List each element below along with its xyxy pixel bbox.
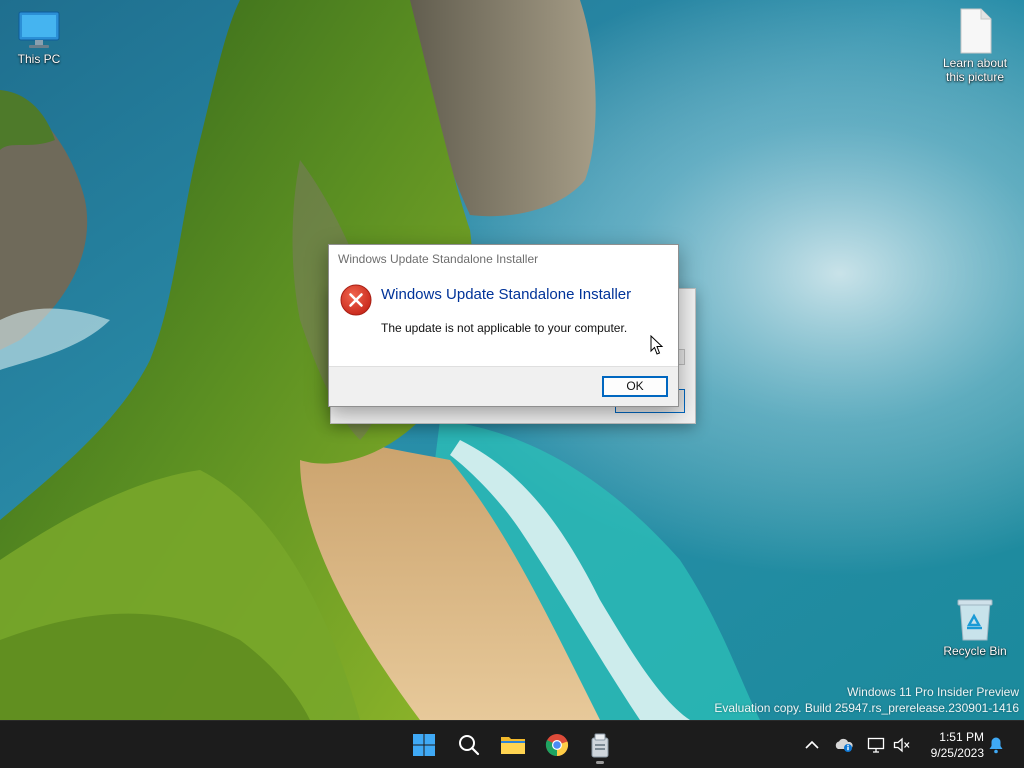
taskbar: 1:51 PM 9/25/2023: [0, 720, 1024, 768]
network-ethernet-icon: [867, 737, 885, 753]
desktop-icon-label: Learn about this picture: [942, 56, 1008, 84]
clock-date: 9/25/2023: [930, 746, 984, 760]
message-dialog: Windows Update Standalone Installer Wind…: [328, 244, 679, 407]
dialog-footer: OK: [329, 366, 678, 406]
ok-button[interactable]: OK: [602, 376, 668, 397]
dialog-heading: Windows Update Standalone Installer: [381, 286, 632, 303]
onedrive-tray-button[interactable]: [834, 735, 854, 755]
taskbar-clock[interactable]: 1:51 PM 9/25/2023: [922, 729, 984, 761]
volume-tray-button[interactable]: [892, 735, 912, 755]
show-hidden-icons-button[interactable]: [802, 735, 822, 755]
onedrive-icon: [835, 738, 853, 752]
dialog-title: Windows Update Standalone Installer: [329, 245, 678, 274]
folder-icon: [501, 737, 525, 754]
network-tray-button[interactable]: [866, 735, 886, 755]
chrome-icon: [545, 734, 569, 757]
recycle-bin-icon: [957, 599, 993, 641]
watermark-build: Evaluation copy. Build 25947.rs_prerelea…: [714, 701, 1019, 715]
desktop-icon-label: Recycle Bin: [943, 644, 1007, 658]
search-icon: [459, 735, 480, 756]
dialog-content: Windows Update Standalone Installer The …: [329, 274, 678, 366]
windows-evaluation-watermark: Windows 11 Pro Insider Preview Evaluatio…: [714, 684, 1019, 716]
notifications-button[interactable]: [986, 735, 1006, 755]
file-explorer-button[interactable]: [493, 725, 533, 765]
desktop-icon-this-pc[interactable]: This PC: [0, 10, 78, 66]
installer-taskbar-button[interactable]: [580, 725, 620, 765]
installer-icon: [591, 733, 609, 758]
volume-muted-icon: [893, 737, 910, 753]
desktop-icon-recycle-bin[interactable]: Recycle Bin: [936, 598, 1014, 658]
monitor-icon: [18, 11, 60, 48]
desktop-icon-label: This PC: [17, 52, 61, 66]
watermark-edition: Windows 11 Pro Insider Preview: [847, 685, 1019, 699]
start-button[interactable]: [404, 725, 444, 765]
chrome-button[interactable]: [537, 725, 577, 765]
search-button[interactable]: [449, 725, 489, 765]
bell-icon: [989, 737, 1003, 754]
clock-time: 1:51 PM: [939, 730, 984, 744]
chevron-up-icon: [805, 740, 819, 749]
windows-logo-icon: [413, 734, 435, 756]
mouse-pointer-icon: [650, 335, 664, 355]
error-icon: [340, 284, 372, 316]
dialog-message: The update is not applicable to your com…: [381, 321, 628, 335]
document-icon: [960, 8, 992, 54]
desktop-icon-learn-about-picture[interactable]: Learn about this picture: [936, 8, 1014, 84]
